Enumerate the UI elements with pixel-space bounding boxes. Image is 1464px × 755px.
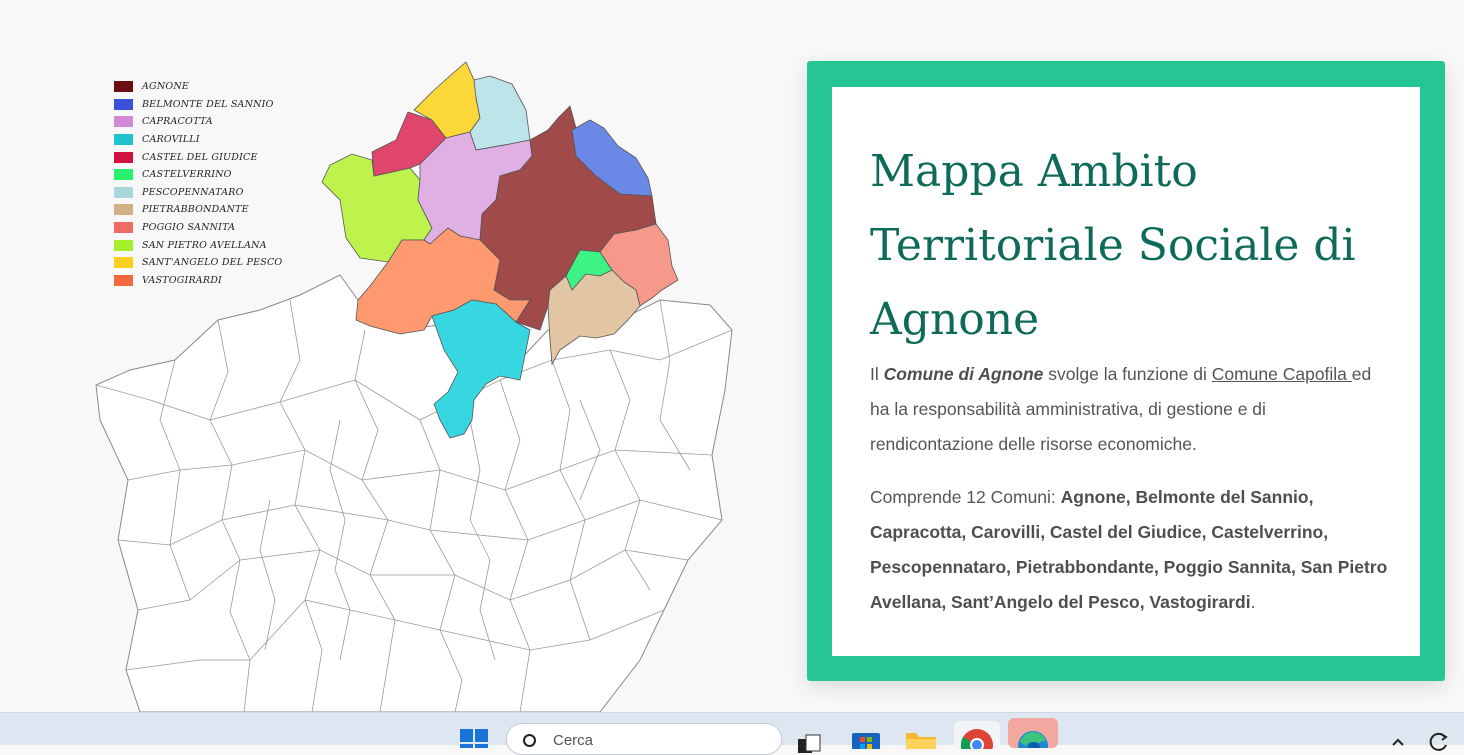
legend-swatch [114, 274, 133, 286]
chrome-icon[interactable] [954, 721, 1000, 749]
comune-agnone-emphasis: Comune di Agnone [883, 364, 1044, 384]
legend-label: VASTOGIRARDI [142, 274, 222, 286]
task-view-icon[interactable] [794, 733, 824, 753]
refresh-icon[interactable] [1428, 731, 1450, 751]
legend-item: VASTOGIRARDI [114, 272, 282, 290]
legend-item: SANT'ANGELO DEL PESCO [114, 254, 282, 272]
windows-taskbar: Cerca [0, 712, 1464, 755]
legend-swatch [114, 204, 133, 216]
legend-label: POGGIO SANNITA [142, 222, 236, 234]
description-mid: svolge la funzione di [1043, 364, 1212, 384]
legend-swatch [114, 239, 133, 251]
comuni-suffix: . [1250, 592, 1256, 612]
map-legend: AGNONE BELMONTE DEL SANNIO CAPRACOTTA CA… [114, 78, 282, 289]
comune-capofila-link[interactable]: Comune Capofila [1212, 364, 1352, 384]
legend-label: BELMONTE DEL SANNIO [142, 98, 274, 110]
info-card-body: Mappa Ambito Territoriale Sociale di Agn… [832, 87, 1420, 656]
info-card: Mappa Ambito Territoriale Sociale di Agn… [807, 61, 1445, 681]
legend-item: CAROVILLI [114, 131, 282, 149]
card-description: Il Comune di Agnone svolge la funzione d… [870, 357, 1390, 462]
legend-item: CAPRACOTTA [114, 113, 282, 131]
windows-start-icon[interactable] [459, 728, 489, 748]
comuni-prefix: Comprende 12 Comuni: [870, 487, 1061, 507]
legend-swatch [114, 222, 133, 234]
legend-item: CASTEL DEL GIUDICE [114, 148, 282, 166]
legend-item: AGNONE [114, 78, 282, 96]
file-explorer-icon[interactable] [904, 729, 938, 749]
legend-label: CAPRACOTTA [142, 116, 213, 128]
legend-swatch [114, 134, 133, 146]
legend-item: SAN PIETRO AVELLANA [114, 236, 282, 254]
legend-swatch [114, 151, 133, 163]
legend-swatch [114, 257, 133, 269]
search-placeholder: Cerca [553, 732, 594, 749]
legend-item: CASTELVERRINO [114, 166, 282, 184]
region-pescopennataro [469, 75, 531, 151]
taskbar-search-input[interactable]: Cerca [506, 723, 782, 755]
legend-label: AGNONE [142, 81, 189, 93]
legend-item: PIETRABBONDANTE [114, 201, 282, 219]
legend-item: POGGIO SANNITA [114, 219, 282, 237]
legend-swatch [114, 81, 133, 93]
legend-swatch [114, 116, 133, 128]
description-prefix: Il [870, 364, 884, 384]
search-icon [523, 734, 536, 747]
legend-label: PIETRABBONDANTE [142, 204, 249, 216]
legend-item: BELMONTE DEL SANNIO [114, 96, 282, 114]
comuni-list: Comprende 12 Comuni: Agnone, Belmonte de… [870, 480, 1390, 620]
legend-label: CASTEL DEL GIUDICE [142, 151, 258, 163]
legend-label: SANT'ANGELO DEL PESCO [142, 257, 283, 269]
legend-label: SAN PIETRO AVELLANA [142, 239, 267, 251]
legend-swatch [114, 98, 133, 110]
legend-item: PESCOPENNATARO [114, 184, 282, 202]
legend-swatch [114, 186, 133, 198]
card-title: Mappa Ambito Territoriale Sociale di Agn… [870, 146, 1356, 345]
legend-swatch [114, 169, 133, 181]
territory-map: AGNONE BELMONTE DEL SANNIO CAPRACOTTA CA… [0, 0, 800, 712]
legend-label: CASTELVERRINO [142, 169, 232, 181]
legend-label: PESCOPENNATARO [142, 186, 244, 198]
legend-label: CAROVILLI [142, 134, 200, 146]
microsoft-store-icon[interactable] [850, 729, 882, 749]
chevron-up-icon[interactable] [1390, 735, 1406, 755]
